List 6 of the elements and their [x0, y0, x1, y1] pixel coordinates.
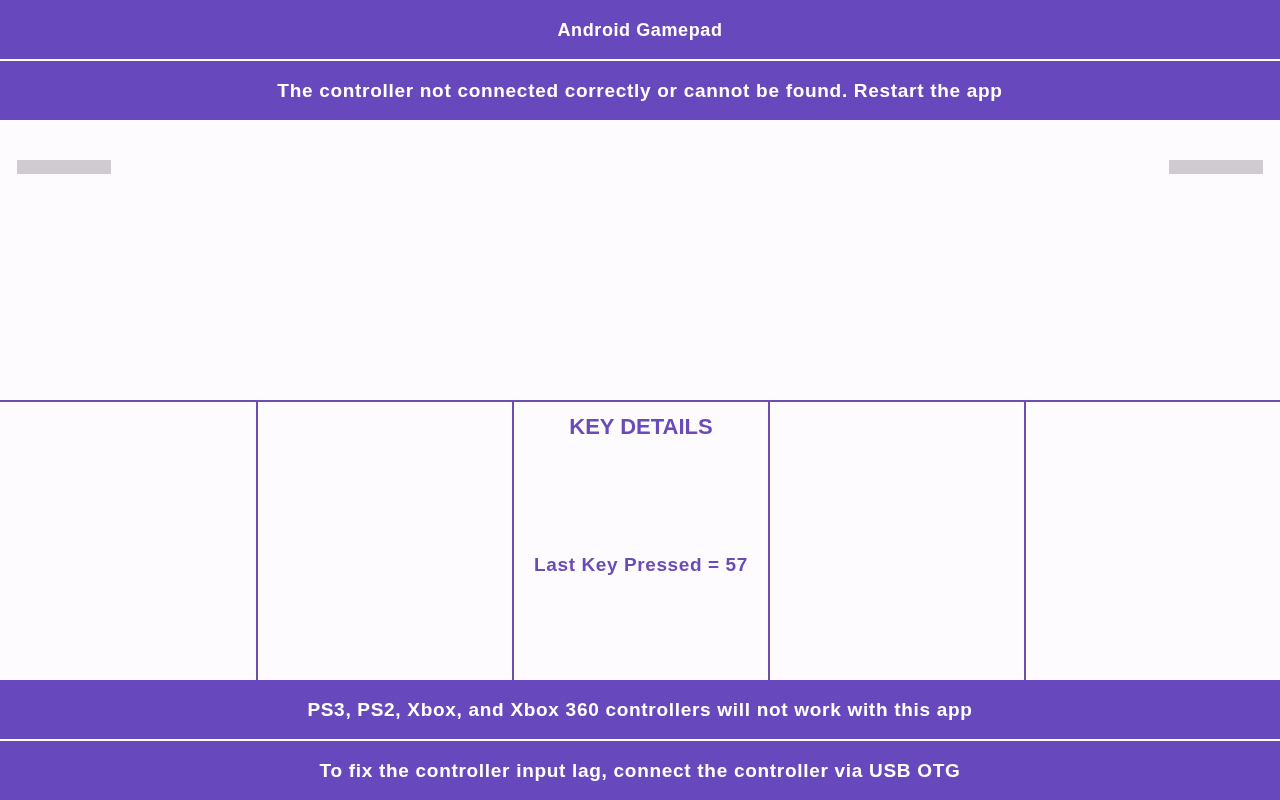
notice-text: PS3, PS2, Xbox, and Xbox 360 controllers will not work with this app	[307, 698, 973, 721]
notice-text: To fix the controller input lag, connect the controller via USB OTG	[319, 759, 961, 782]
key-reading: Last Key Pressed = 57	[534, 554, 748, 576]
app-title: Android Gamepad	[557, 20, 723, 41]
status-message: The controller not connected correctly or cannot be found. Restart the app	[277, 79, 1003, 102]
panel-heading: KEY DETAILS	[569, 414, 713, 440]
